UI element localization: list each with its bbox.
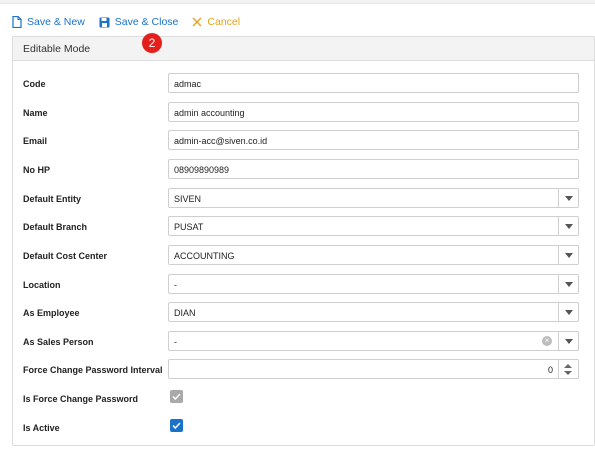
close-icon <box>192 17 202 27</box>
name-label: Name <box>23 108 48 118</box>
top-divider <box>0 0 595 4</box>
is-force-change-password-checkbox[interactable] <box>170 390 183 403</box>
code-row: Code admac <box>13 73 594 95</box>
chevron-down-icon[interactable] <box>558 246 578 264</box>
chevron-down-icon[interactable] <box>558 332 578 350</box>
email-input[interactable]: admin-acc@siven.co.id <box>168 130 579 150</box>
save-new-button[interactable]: Save & New <box>12 16 85 28</box>
force-change-password-interval-stepper[interactable]: 0 <box>168 359 579 379</box>
chevron-down-icon[interactable] <box>558 217 578 235</box>
code-label: Code <box>23 79 46 89</box>
email-row: Email admin-acc@siven.co.id <box>13 130 594 152</box>
force-change-password-interval-label: Force Change Password Interval <box>23 365 163 375</box>
step-badge: 2 <box>142 33 162 53</box>
as-sales-person-select[interactable]: - × <box>168 331 579 351</box>
no-hp-input[interactable]: 08909890989 <box>168 159 579 179</box>
chevron-down-icon[interactable] <box>558 303 578 321</box>
name-input[interactable]: admin accounting <box>168 102 579 122</box>
as-sales-person-row: As Sales Person - × <box>13 331 594 353</box>
default-entity-select[interactable]: SIVEN <box>168 188 579 208</box>
save-close-button[interactable]: Save & Close <box>99 16 179 28</box>
is-force-change-password-row: Is Force Change Password <box>13 388 594 410</box>
as-employee-row: As Employee DIAN <box>13 302 594 324</box>
default-entity-row: Default Entity SIVEN <box>13 188 594 210</box>
location-row: Location - <box>13 274 594 296</box>
email-label: Email <box>23 136 48 146</box>
force-change-password-interval-row: Force Change Password Interval 0 <box>13 359 594 381</box>
code-input[interactable]: admac <box>168 73 579 93</box>
stepper-arrows-icon[interactable] <box>558 360 578 378</box>
as-sales-person-label: As Sales Person <box>23 337 94 347</box>
chevron-down-icon[interactable] <box>558 275 578 293</box>
toolbar: Save & New Save & Close Cancel <box>12 14 240 30</box>
no-hp-row: No HP 08909890989 <box>13 159 594 181</box>
save-close-label: Save & Close <box>114 16 179 28</box>
default-branch-label: Default Branch <box>23 222 88 232</box>
default-cost-center-row: Default Cost Center ACCOUNTING <box>13 245 594 267</box>
default-branch-select[interactable]: PUSAT <box>168 216 579 236</box>
is-active-checkbox[interactable] <box>170 419 183 432</box>
default-cost-center-select[interactable]: ACCOUNTING <box>168 245 579 265</box>
is-force-change-password-label: Is Force Change Password <box>23 394 139 404</box>
is-active-row: Is Active <box>13 417 594 439</box>
as-employee-label: As Employee <box>23 308 80 318</box>
as-employee-select[interactable]: DIAN <box>168 302 579 322</box>
no-hp-label: No HP <box>23 165 50 175</box>
editable-panel: Editable Mode Code admac Name admin acco… <box>12 36 595 446</box>
cancel-button[interactable]: Cancel <box>192 16 240 28</box>
default-branch-row: Default Branch PUSAT <box>13 216 594 238</box>
default-entity-label: Default Entity <box>23 194 82 204</box>
panel-title: Editable Mode <box>13 37 594 61</box>
save-new-label: Save & New <box>27 16 85 28</box>
chevron-down-icon[interactable] <box>558 189 578 207</box>
location-select[interactable]: - <box>168 274 579 294</box>
save-icon <box>99 17 110 28</box>
cancel-label: Cancel <box>207 16 241 28</box>
document-icon <box>12 16 22 28</box>
default-cost-center-label: Default Cost Center <box>23 251 108 261</box>
name-row: Name admin accounting <box>13 102 594 124</box>
clear-icon[interactable]: × <box>542 336 552 346</box>
location-label: Location <box>23 280 61 290</box>
is-active-label: Is Active <box>23 423 60 433</box>
